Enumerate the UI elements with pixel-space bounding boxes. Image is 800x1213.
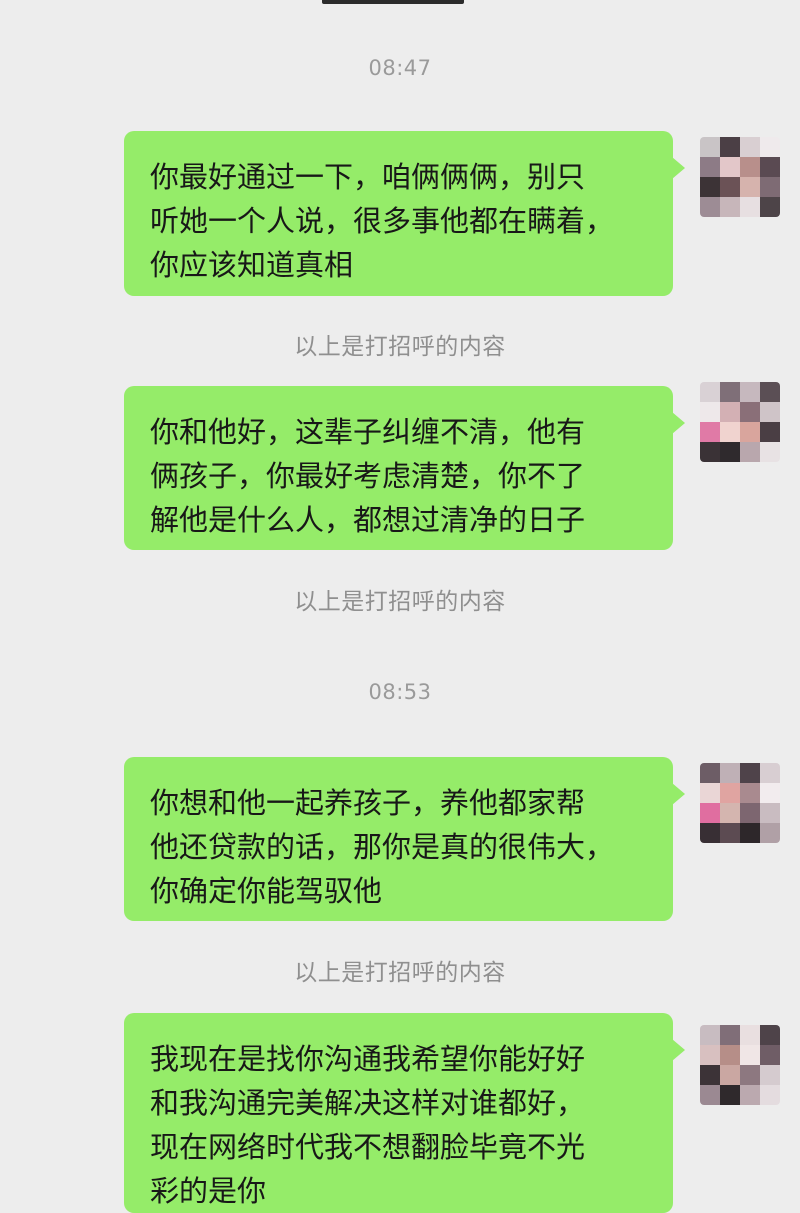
top-edge-fragment <box>322 0 464 4</box>
message-bubble[interactable]: 你想和他一起养孩子，养他都家帮 他还贷款的话，那你是真的很伟大， 你确定你能驾驭… <box>124 757 685 921</box>
greeting-notice: 以上是打招呼的内容 <box>294 589 506 615</box>
greeting-notice: 以上是打招呼的内容 <box>294 960 506 986</box>
greeting-notice: 以上是打招呼的内容 <box>294 334 506 360</box>
message-bubble[interactable]: 我现在是找你沟通我希望你能好好 和我沟通完美解决这样对谁都好， 现在网络时代我不… <box>124 1013 685 1213</box>
pixelated-avatar-icon[interactable] <box>700 763 780 843</box>
pixelated-avatar-icon[interactable] <box>700 137 780 217</box>
message-bubble[interactable]: 你最好通过一下，咱俩俩俩，别只 听她一个人说，很多事他都在瞒着， 你应该知道真相 <box>124 131 685 296</box>
message-bubble[interactable]: 你和他好，这辈子纠缠不清，他有 俩孩子，你最好考虑清楚，你不了 解他是什么人，都… <box>124 386 685 550</box>
pixelated-avatar-icon[interactable] <box>700 382 780 462</box>
pixelated-avatar-icon[interactable] <box>700 1025 780 1105</box>
message-timestamp: 08:47 <box>368 56 432 80</box>
message-timestamp: 08:53 <box>368 680 432 704</box>
